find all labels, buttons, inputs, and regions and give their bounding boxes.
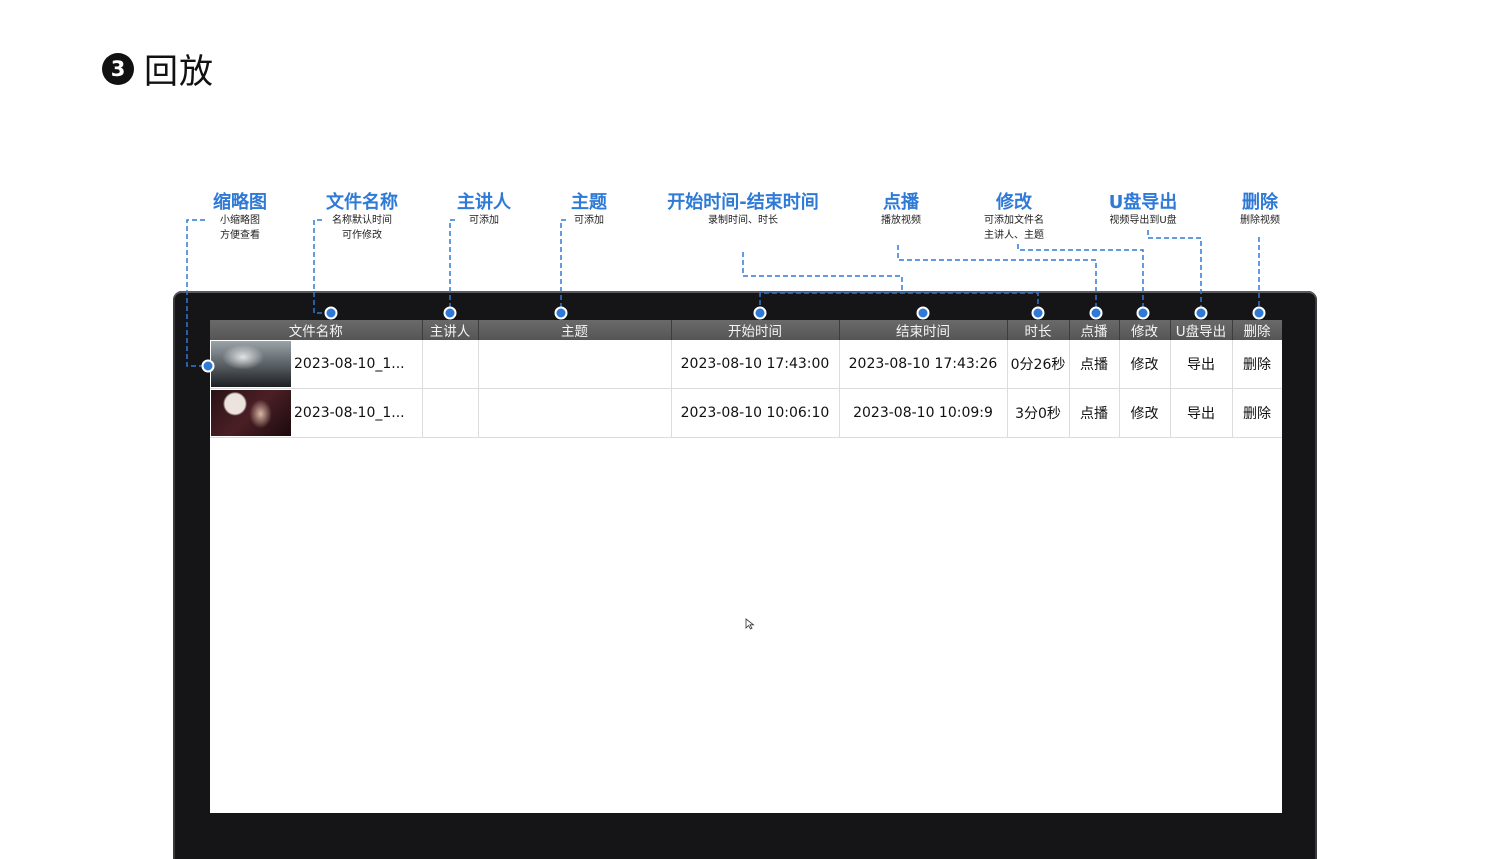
topic-cell xyxy=(478,388,672,438)
callout-desc: 名称默认时间 xyxy=(332,215,392,226)
callout-desc: 主讲人、主题 xyxy=(984,230,1044,241)
callout-desc: 可作修改 xyxy=(342,230,382,241)
column-header-topic[interactable]: 主题 xyxy=(478,320,672,340)
delete-button[interactable]: 删除 xyxy=(1232,388,1282,438)
column-header-delete[interactable]: 删除 xyxy=(1232,320,1282,340)
column-header-play[interactable]: 点播 xyxy=(1069,320,1120,340)
duration-cell: 3分0秒 xyxy=(1007,388,1070,438)
callout-title: 开始时间-结束时间 xyxy=(667,192,819,213)
callout-title: 文件名称 xyxy=(326,192,398,213)
callout-edit: 修改 可添加文件名 主讲人、主题 xyxy=(984,193,1044,243)
callout-desc: 录制时间、时长 xyxy=(707,215,778,226)
callout-topic: 主题 可添加 xyxy=(571,193,607,228)
column-header-usb-export[interactable]: U盘导出 xyxy=(1170,320,1233,340)
file-name-cell[interactable]: 2023-08-10_1... xyxy=(210,388,423,438)
callout-title: 点播 xyxy=(883,192,919,213)
video-thumbnail[interactable] xyxy=(211,341,291,387)
callout-speaker: 主讲人 可添加 xyxy=(457,193,511,228)
speaker-cell xyxy=(422,388,479,438)
play-button[interactable]: 点播 xyxy=(1069,340,1120,389)
start-time-cell: 2023-08-10 10:06:10 xyxy=(671,388,840,438)
file-name: 2023-08-10_1... xyxy=(294,405,405,421)
callout-title: 主讲人 xyxy=(457,192,511,213)
file-name: 2023-08-10_1... xyxy=(294,356,405,372)
file-name-cell[interactable]: 2023-08-10_1... xyxy=(210,340,423,389)
page-heading: 3 回放 xyxy=(102,44,214,93)
callout-file-name: 文件名称 名称默认时间 可作修改 xyxy=(326,193,398,243)
page-title: 回放 xyxy=(144,52,214,92)
export-button[interactable]: 导出 xyxy=(1170,388,1233,438)
callout-desc: 视频导出到U盘 xyxy=(1109,215,1177,226)
video-thumbnail[interactable] xyxy=(211,390,291,436)
table-row[interactable]: 2023-08-10_1... 2023-08-10 17:43:00 2023… xyxy=(210,340,1282,389)
callout-title: 缩略图 xyxy=(213,192,267,213)
callout-desc: 方便查看 xyxy=(220,230,260,241)
recordings-table: 文件名称 主讲人 主题 开始时间 结束时间 时长 点播 修改 U盘导出 删除 2… xyxy=(210,320,1282,438)
callout-title: 修改 xyxy=(996,192,1032,213)
delete-button[interactable]: 删除 xyxy=(1232,340,1282,389)
mouse-pointer-icon xyxy=(745,618,755,630)
column-header-end-time[interactable]: 结束时间 xyxy=(839,320,1008,340)
callout-title: 主题 xyxy=(571,192,607,213)
callout-time-range: 开始时间-结束时间 录制时间、时长 xyxy=(667,193,818,228)
end-time-cell: 2023-08-10 17:43:26 xyxy=(839,340,1008,389)
export-button[interactable]: 导出 xyxy=(1170,340,1233,389)
topic-cell xyxy=(478,340,672,389)
end-time-cell: 2023-08-10 10:09:9 xyxy=(839,388,1008,438)
callout-desc: 小缩略图 xyxy=(220,215,260,226)
column-header-file-name[interactable]: 文件名称 xyxy=(210,320,423,340)
callout-thumbnail: 缩略图 小缩略图 方便查看 xyxy=(213,193,267,243)
start-time-cell: 2023-08-10 17:43:00 xyxy=(671,340,840,389)
table-row[interactable]: 2023-08-10_1... 2023-08-10 10:06:10 2023… xyxy=(210,388,1282,438)
table-header-row: 文件名称 主讲人 主题 开始时间 结束时间 时长 点播 修改 U盘导出 删除 xyxy=(210,320,1282,340)
edit-button[interactable]: 修改 xyxy=(1119,388,1171,438)
column-header-duration[interactable]: 时长 xyxy=(1007,320,1070,340)
speaker-cell xyxy=(422,340,479,389)
callout-title: U盘导出 xyxy=(1108,192,1178,213)
edit-button[interactable]: 修改 xyxy=(1119,340,1171,389)
callout-desc: 删除视频 xyxy=(1240,215,1280,226)
column-header-start-time[interactable]: 开始时间 xyxy=(671,320,840,340)
callout-desc: 可添加 xyxy=(469,215,499,226)
callout-delete: 删除 删除视频 xyxy=(1240,193,1280,228)
callout-play: 点播 播放视频 xyxy=(881,193,921,228)
callout-desc: 播放视频 xyxy=(881,215,921,226)
playback-screen: 文件名称 主讲人 主题 开始时间 结束时间 时长 点播 修改 U盘导出 删除 2… xyxy=(210,320,1282,813)
column-header-speaker[interactable]: 主讲人 xyxy=(422,320,479,340)
column-header-edit[interactable]: 修改 xyxy=(1119,320,1171,340)
callout-desc: 可添加 xyxy=(574,215,604,226)
step-number-badge: 3 xyxy=(102,52,134,85)
duration-cell: 0分26秒 xyxy=(1007,340,1070,389)
callout-title: 删除 xyxy=(1242,192,1278,213)
play-button[interactable]: 点播 xyxy=(1069,388,1120,438)
callout-usb-export: U盘导出 视频导出到U盘 xyxy=(1109,193,1178,228)
callout-desc: 可添加文件名 xyxy=(984,215,1044,226)
